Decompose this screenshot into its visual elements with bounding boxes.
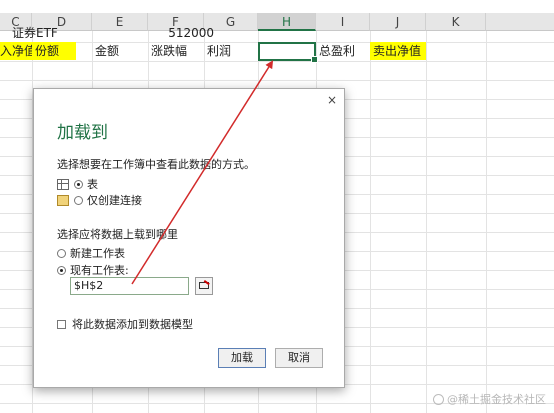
fill-handle[interactable]: [311, 56, 318, 63]
formula-area-edge: [0, 0, 554, 14]
grid-line: [0, 80, 554, 81]
dialog-title: 加载到: [57, 123, 108, 143]
column-header-j[interactable]: J: [370, 13, 426, 31]
cell-j2[interactable]: 卖出净值: [370, 42, 426, 60]
column-header-i[interactable]: I: [316, 13, 370, 31]
option-existing-sheet[interactable]: 现有工作表:: [57, 263, 129, 277]
grid-line: [0, 61, 554, 62]
option-new-sheet[interactable]: 新建工作表: [57, 246, 125, 260]
watermark: @稀土掘金技术社区: [433, 391, 546, 407]
cell-c1[interactable]: 证券ETF: [12, 24, 92, 42]
range-select-icon[interactable]: [195, 277, 213, 295]
column-header-blank: [486, 13, 554, 31]
view-prompt: 选择想要在工作簿中查看此数据的方式。: [57, 158, 255, 171]
grid-line: [370, 31, 371, 413]
option-connection-label: 仅创建连接: [87, 194, 142, 207]
option-table[interactable]: 表: [57, 177, 98, 191]
add-to-data-model-checkbox[interactable]: 将此数据添加到数据模型: [57, 316, 193, 332]
cell-reference-input[interactable]: $H$2: [70, 277, 189, 295]
cell-i2[interactable]: 总盈利: [316, 42, 370, 60]
cell-c2[interactable]: 入净值: [0, 42, 32, 60]
connection-icon: [57, 194, 69, 206]
option-new-sheet-label: 新建工作表: [70, 247, 125, 260]
column-header-h[interactable]: H: [258, 13, 316, 31]
cell-f2[interactable]: 涨跌幅: [148, 42, 204, 60]
option-existing-sheet-label: 现有工作表:: [70, 264, 129, 277]
juejin-logo-icon: [433, 393, 444, 405]
location-prompt: 选择应将数据上载到哪里: [57, 228, 178, 241]
column-header-k[interactable]: K: [426, 13, 486, 31]
table-icon: [57, 178, 69, 190]
radio-table[interactable]: [74, 179, 83, 189]
add-to-data-model-label: 将此数据添加到数据模型: [72, 318, 193, 331]
option-table-label: 表: [87, 178, 98, 191]
active-cell-h2[interactable]: [258, 42, 318, 63]
option-connection-only[interactable]: 仅创建连接: [57, 193, 142, 207]
cell-d2[interactable]: 份额: [32, 42, 76, 60]
cell-e2[interactable]: 金额: [92, 42, 148, 60]
watermark-text: @稀土掘金技术社区: [447, 393, 546, 406]
load-button[interactable]: 加载: [218, 348, 266, 368]
cell-g2[interactable]: 利润: [204, 42, 258, 60]
grid-line: [486, 31, 487, 413]
cell-f1[interactable]: 512000: [148, 24, 216, 42]
checkbox-box[interactable]: [57, 319, 66, 329]
column-header-e[interactable]: E: [92, 13, 148, 31]
grid-line: [426, 31, 427, 413]
close-icon[interactable]: ×: [327, 93, 337, 107]
radio-new-sheet[interactable]: [57, 248, 66, 258]
load-to-dialog: × 加载到 选择想要在工作簿中查看此数据的方式。 表 仅创建连接 选择应将数据上…: [33, 88, 345, 388]
radio-connection-only[interactable]: [74, 195, 83, 205]
radio-existing-sheet[interactable]: [57, 265, 66, 275]
cancel-button[interactable]: 取消: [275, 348, 323, 368]
